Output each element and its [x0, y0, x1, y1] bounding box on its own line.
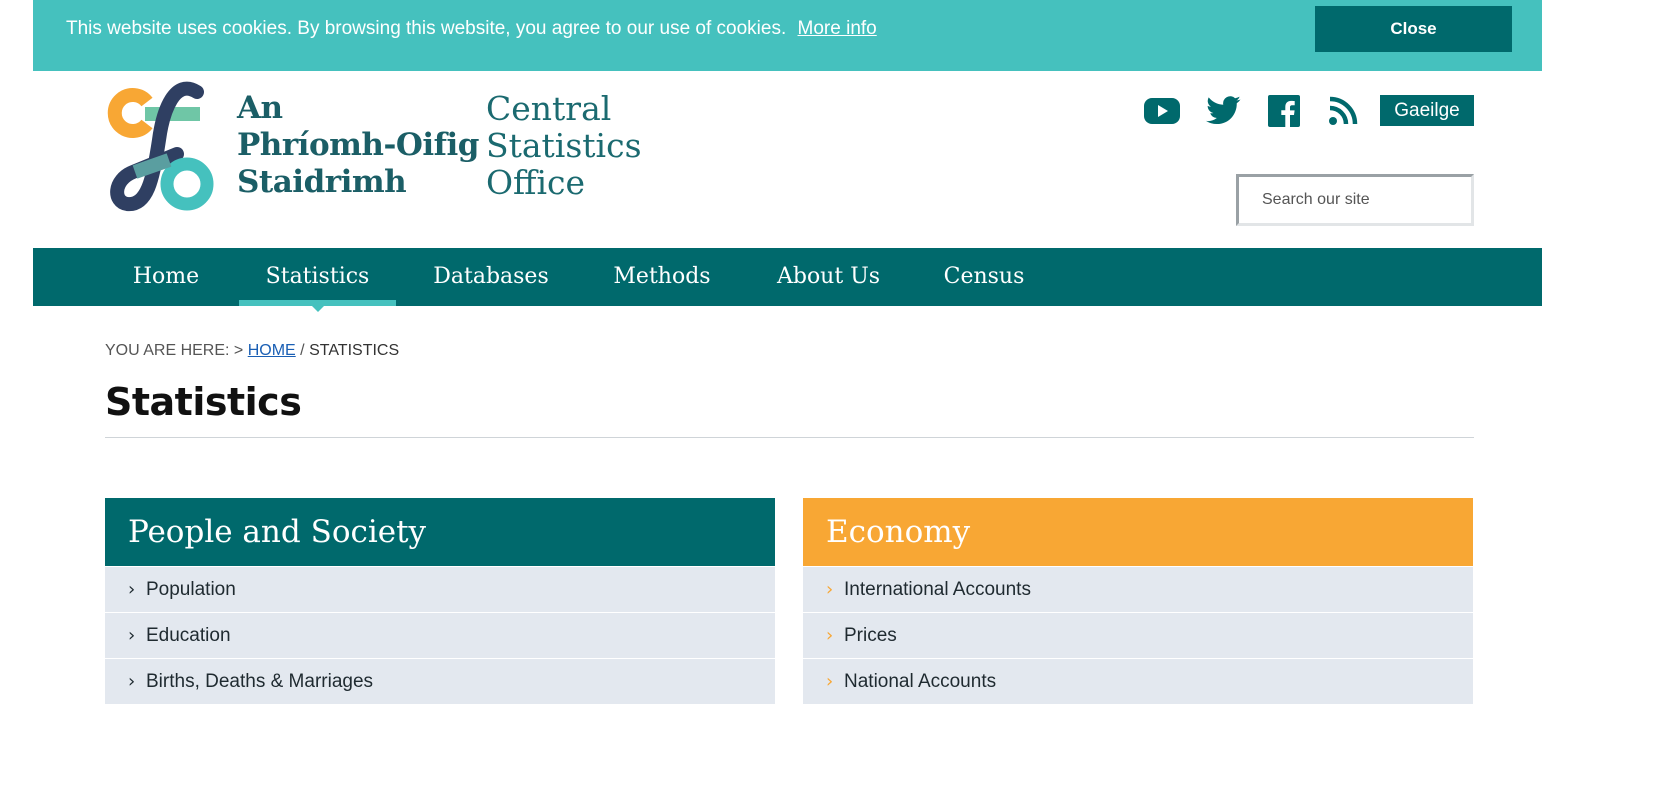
chevron-right-icon: ›: [128, 625, 136, 646]
page-title: Statistics: [105, 380, 302, 424]
panel-title[interactable]: Economy: [803, 498, 1473, 566]
breadcrumb-current: STATISTICS: [309, 342, 400, 359]
logo-irish-line: Phríomh-Oifig: [237, 127, 479, 163]
cookie-text: This website uses cookies. By browsing t…: [66, 18, 787, 39]
list-item[interactable]: › National Accounts: [803, 658, 1473, 704]
chevron-right-icon: ›: [826, 625, 834, 646]
facebook-icon[interactable]: [1267, 92, 1301, 130]
list-item[interactable]: › Prices: [803, 612, 1473, 658]
rss-icon[interactable]: [1326, 92, 1360, 130]
more-info-link[interactable]: More info: [798, 18, 877, 39]
title-divider: [105, 437, 1474, 438]
list-item[interactable]: › International Accounts: [803, 566, 1473, 612]
list-item[interactable]: › Education: [105, 612, 775, 658]
list-item-label: National Accounts: [844, 670, 997, 692]
logo-irish-name: An Phríomh-Oifig Staidrimh: [237, 90, 479, 201]
logo-english-line: Central: [486, 89, 612, 128]
language-toggle-button[interactable]: Gaeilge: [1380, 95, 1474, 126]
chevron-right-icon: ›: [826, 671, 834, 692]
list-item-label: Prices: [844, 624, 897, 646]
logo-english-name: Central Statistics Office: [486, 90, 642, 201]
list-item[interactable]: › Births, Deaths & Marriages: [105, 658, 775, 704]
panel-title[interactable]: People and Society: [105, 498, 775, 566]
nav-item-databases[interactable]: Databases: [408, 248, 574, 306]
logo-english-line: Statistics: [486, 126, 642, 165]
youtube-icon[interactable]: [1142, 92, 1182, 130]
logo-english-line: Office: [486, 163, 586, 202]
breadcrumb-separator: /: [295, 342, 310, 359]
search-input[interactable]: [1236, 174, 1474, 226]
list-item-label: Education: [146, 624, 231, 646]
list-item[interactable]: › Population: [105, 566, 775, 612]
list-item-label: Births, Deaths & Marriages: [146, 670, 374, 692]
main-nav: Home Statistics Databases Methods About …: [33, 248, 1542, 312]
cookie-banner: This website uses cookies. By browsing t…: [33, 0, 1542, 71]
panel-economy: Economy › International Accounts › Price…: [803, 498, 1473, 704]
logo-irish-line: Staidrimh: [237, 164, 407, 200]
list-item-label: Population: [146, 578, 236, 600]
nav-item-methods[interactable]: Methods: [586, 248, 738, 306]
nav-item-statistics[interactable]: Statistics: [239, 248, 396, 312]
nav-item-census[interactable]: Census: [919, 248, 1049, 306]
chevron-right-icon: ›: [128, 579, 136, 600]
breadcrumb: YOU ARE HERE: > HOME / STATISTICS: [105, 342, 399, 360]
panel-people-and-society: People and Society › Population › Educat…: [105, 498, 775, 704]
nav-item-home[interactable]: Home: [105, 248, 227, 306]
cookie-close-button[interactable]: Close: [1315, 6, 1512, 52]
twitter-icon[interactable]: [1205, 92, 1243, 130]
breadcrumb-home-link[interactable]: HOME: [248, 342, 296, 359]
cookie-message: This website uses cookies. By browsing t…: [66, 18, 877, 40]
list-item-label: International Accounts: [844, 578, 1031, 600]
chevron-right-icon: ›: [128, 671, 136, 692]
page: This website uses cookies. By browsing t…: [33, 0, 1542, 807]
chevron-right-icon: ›: [826, 579, 834, 600]
nav-item-about-us[interactable]: About Us: [750, 248, 907, 306]
breadcrumb-prefix: YOU ARE HERE: >: [105, 342, 248, 359]
cso-logo-icon[interactable]: [105, 80, 215, 214]
logo-irish-line: An: [237, 90, 283, 126]
